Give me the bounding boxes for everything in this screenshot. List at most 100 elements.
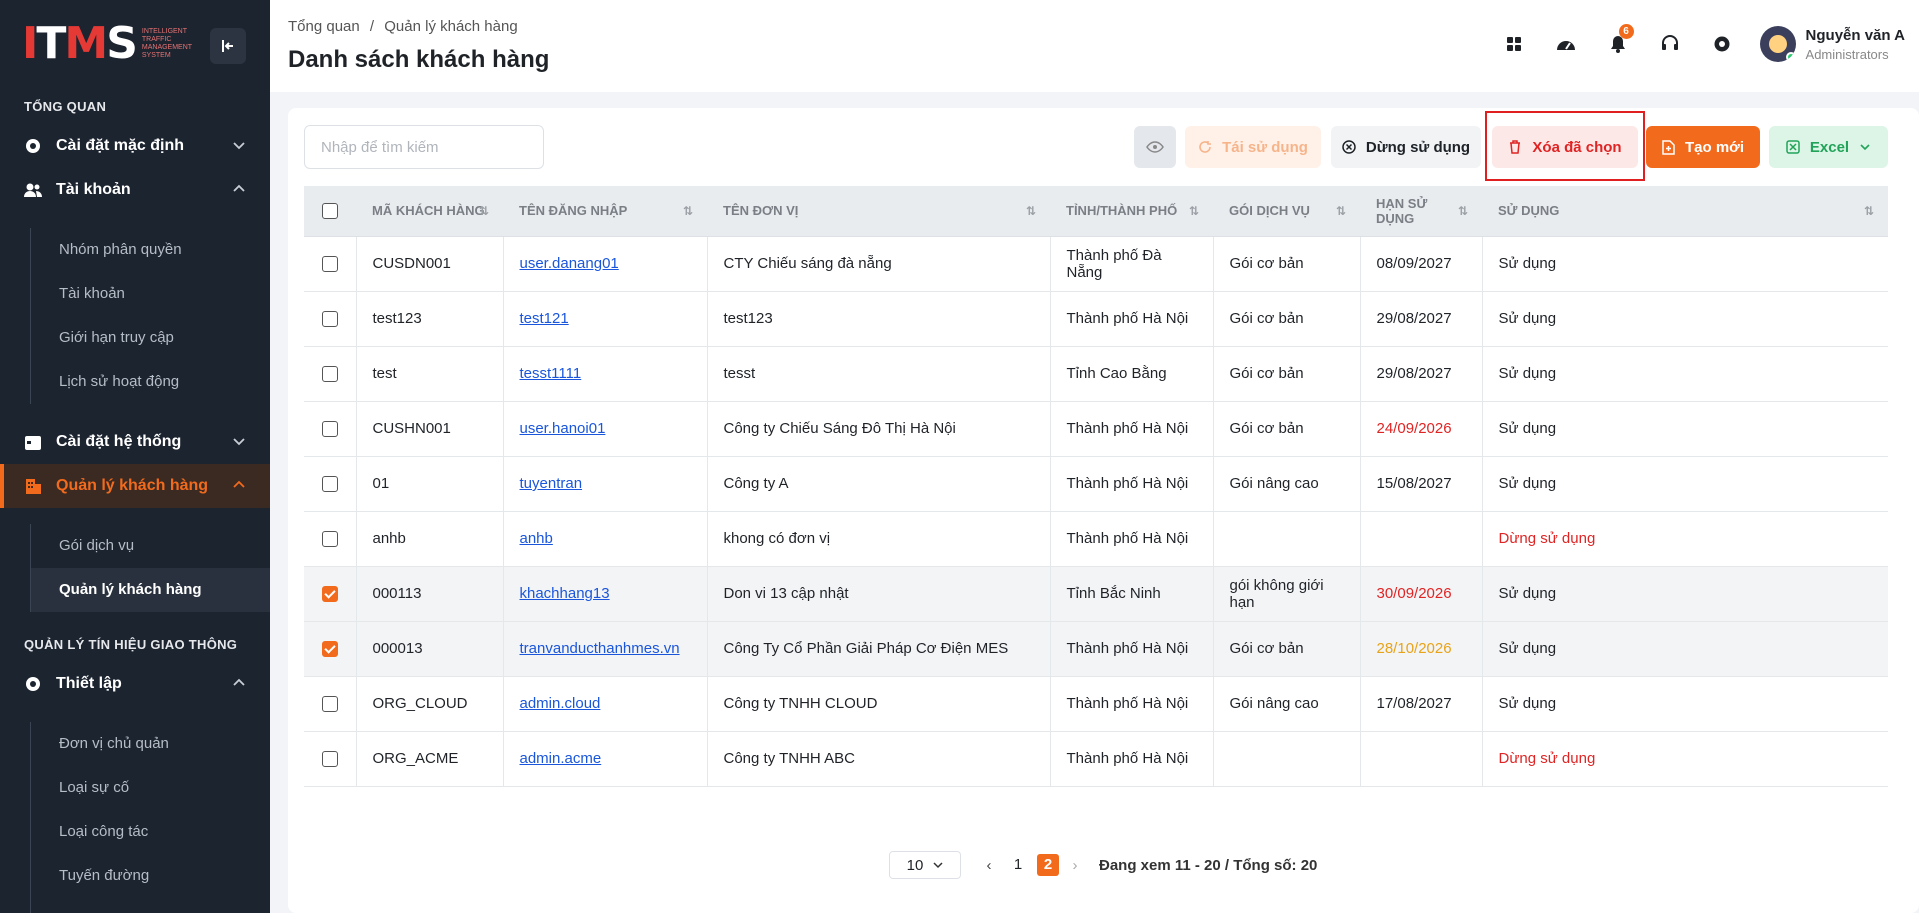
menu-label: Thiết lập [56,675,122,692]
cell-customer-code: CUSDN001 [356,236,504,292]
sort-icon: ⇅ [478,204,489,218]
col-package[interactable]: GÓI DỊCH VỤ ⇅ [1213,186,1360,237]
cell-expiry: 15/08/2027 [1360,456,1483,512]
col-province[interactable]: TỈNH/THÀNH PHỐ ⇅ [1050,186,1213,237]
cell-unit-name: Công ty TNHH CLOUD [707,676,1051,732]
reuse-button[interactable]: Tái sử dụng [1185,126,1321,168]
menu-system-settings[interactable]: Cài đặt hệ thống [0,420,270,464]
customers-submenu: Gói dịch vụ Quản lý khách hàng [30,524,270,612]
create-new-button[interactable]: Tạo mới [1646,126,1760,168]
settings-button[interactable] [1702,24,1742,64]
breadcrumb-separator: / [369,18,375,35]
support-button[interactable] [1650,24,1690,64]
user-menu[interactable]: Nguyễn văn A Administrators [1759,26,1905,62]
cell-province: Tỉnh Cao Bằng [1050,346,1214,402]
row-checkbox[interactable] [321,751,338,768]
row-checkbox[interactable] [321,531,338,548]
excel-label: Excel [1809,138,1850,156]
row-select-cell [304,566,357,622]
menu-accounts[interactable]: Tài khoản [0,168,270,212]
next-page-button[interactable]: › [1065,857,1085,874]
cell-province: Tỉnh Bắc Ninh [1050,566,1214,622]
sort-icon: ⇅ [1335,204,1346,218]
submenu-service-packages[interactable]: Gói dịch vụ [59,524,270,568]
section-title-traffic: QUẢN LÝ TÍN HIỆU GIAO THÔNG [24,637,238,652]
page-size-value: 10 [906,856,924,874]
col-unit-name[interactable]: TÊN ĐƠN VỊ ⇅ [707,186,1050,237]
submenu-activity-history[interactable]: Lịch sử hoạt động [59,360,270,404]
username-link[interactable]: admin.cloud [520,695,601,712]
breadcrumb-current: Quản lý khách hàng [384,18,518,35]
submenu-access-limit[interactable]: Giới hạn truy cập [59,316,270,360]
page-2-button[interactable]: 2 [1037,854,1059,876]
cell-usage: Sử dụng [1482,401,1888,457]
notifications-button[interactable]: 6 [1598,24,1638,64]
collapse-sidebar-button[interactable] [210,28,246,64]
row-checkbox[interactable] [321,366,338,383]
col-usage[interactable]: SỬ DỤNG ⇅ [1482,186,1888,237]
submenu-incident-type[interactable]: Loại sự cố [59,766,270,810]
username-link[interactable]: test121 [520,310,569,327]
submenu-route[interactable]: Tuyến đường [59,854,270,898]
username-link[interactable]: tranvanducthanhmes.vn [520,640,680,657]
row-checkbox[interactable] [321,641,338,658]
cell-usage: Dừng sử dụng [1482,731,1888,787]
select-all-checkbox[interactable] [322,203,338,220]
username-link[interactable]: admin.acme [520,750,602,767]
headset-icon [1661,35,1678,50]
stop-using-button[interactable]: Dừng sử dụng [1331,126,1481,168]
cell-username: tranvanducthanhmes.vn [503,621,708,677]
cell-package: Gói nâng cao [1213,676,1361,732]
submenu-work-type[interactable]: Loại công tác [59,810,270,854]
row-select-cell [304,621,357,677]
username-link[interactable]: anhb [520,530,553,547]
menu-default-settings[interactable]: Cài đặt mặc định [0,124,270,168]
cell-usage: Sử dụng [1482,456,1888,512]
cell-unit-name: Công ty Chiếu Sáng Đô Thị Hà Nội [707,401,1051,457]
submenu-accounts[interactable]: Tài khoản [59,272,270,316]
username-link[interactable]: tuyentran [520,475,583,492]
menu-customer-management[interactable]: Quản lý khách hàng [0,464,270,508]
row-checkbox[interactable] [321,586,338,603]
cell-customer-code: test [356,346,504,402]
prev-page-button[interactable]: ‹ [979,857,999,874]
search-input[interactable] [304,125,544,169]
cell-username: tesst1111 [503,346,708,402]
submenu-governing-unit[interactable]: Đơn vị chủ quản [59,722,270,766]
dashboard-button[interactable] [1546,24,1586,64]
chevron-up-icon [233,184,245,192]
col-customer-code[interactable]: MÃ KHÁCH HÀNG ⇅ [356,186,503,237]
row-checkbox[interactable] [321,421,338,438]
row-checkbox[interactable] [321,476,338,493]
row-checkbox[interactable] [321,256,338,273]
chevron-up-icon [233,678,245,686]
cell-unit-name: Công Ty Cổ Phần Giải Pháp Cơ Điện MES [707,621,1051,677]
row-checkbox[interactable] [321,311,338,328]
submenu-permission-groups[interactable]: Nhóm phân quyền [59,228,270,272]
breadcrumb-home[interactable]: Tổng quan [288,18,360,35]
username-link[interactable]: user.hanoi01 [520,420,606,437]
cell-province: Thành phố Hà Nội [1050,511,1214,567]
row-checkbox[interactable] [321,696,338,713]
toggle-view-button[interactable] [1134,126,1176,168]
excel-export-button[interactable]: Excel [1769,126,1888,168]
menu-setup[interactable]: Thiết lập [0,662,270,706]
close-circle-icon [1342,140,1356,154]
col-expiry[interactable]: HẠN SỬ DỤNG ⇅ [1360,186,1482,237]
cell-customer-code: 000113 [356,566,504,622]
section-title-overview: TỔNG QUAN [24,99,107,114]
cell-province: Thành phố Hà Nội [1050,621,1214,677]
username-link[interactable]: tesst1111 [520,365,582,382]
page-1-button[interactable]: 1 [1007,854,1029,876]
col-username[interactable]: TÊN ĐĂNG NHẬP ⇅ [503,186,707,237]
apps-grid-button[interactable] [1494,24,1534,64]
submenu-customer-management[interactable]: Quản lý khách hàng [31,568,270,612]
cell-province: Thành phố Hà Nội [1050,731,1214,787]
page-size-select[interactable]: 10 [889,851,961,879]
username-link[interactable]: khachhang13 [520,585,610,602]
customer-table: MÃ KHÁCH HÀNG ⇅ TÊN ĐĂNG NHẬP ⇅ TÊN ĐƠN VỊ… [304,186,1888,787]
menu-label: Cài đặt mặc định [56,137,185,154]
cell-username: admin.acme [503,731,708,787]
username-link[interactable]: user.danang01 [520,255,619,272]
collapse-icon [222,40,233,52]
